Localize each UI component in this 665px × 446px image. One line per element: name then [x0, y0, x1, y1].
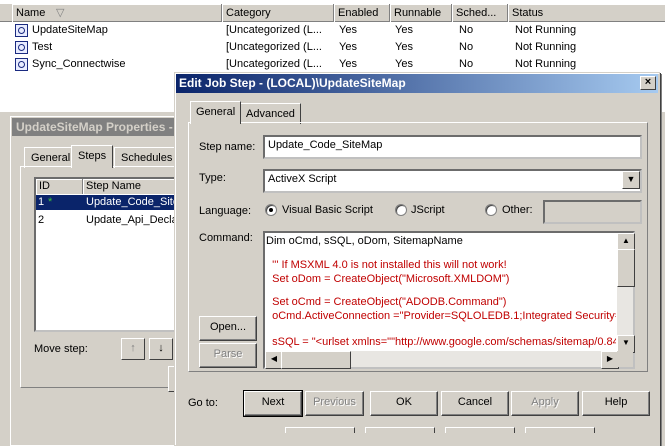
col-enabled[interactable]: Enabled — [334, 4, 390, 22]
goto-label: Go to: — [188, 397, 218, 409]
job-runnable: Yes — [395, 58, 413, 70]
jscript-label: JScript — [411, 204, 445, 216]
job-row[interactable]: UpdateSiteMap [Uncategorized (L... Yes Y… — [0, 22, 665, 39]
command-line: Set oCmd = CreateObject("ADODB.Command") — [266, 296, 507, 308]
command-line: ''' If MSXML 4.0 is not installed this w… — [266, 259, 507, 271]
tab-schedules[interactable]: Schedules — [114, 147, 180, 168]
cancel-button[interactable]: Cancel — [441, 391, 509, 416]
col-scheduled[interactable]: Sched... — [452, 4, 508, 22]
job-list-header: Name ▽ Category Enabled Runnable Sched..… — [0, 4, 665, 22]
command-line: Set oDom = CreateObject("Microsoft.XMLDO… — [266, 273, 510, 285]
horizontal-scroll-thumb[interactable] — [281, 351, 351, 369]
step-name-input[interactable]: Update_Code_SiteMap — [263, 135, 642, 159]
arrow-up-icon: ↑ — [130, 342, 136, 354]
dropdown-arrow-icon[interactable]: ▼ — [622, 171, 640, 189]
job-name: UpdateSiteMap — [32, 24, 108, 36]
move-up-button[interactable]: ↑ — [121, 338, 145, 360]
underlying-button-edge — [445, 427, 515, 433]
close-icon: × — [644, 76, 652, 88]
sort-desc-icon: ▽ — [56, 7, 65, 19]
type-label: Type: — [199, 172, 226, 184]
step-name-label: Step name: — [199, 141, 256, 153]
command-line: sSQL = "<urlset xmlns=""http://www.googl… — [266, 336, 616, 348]
job-status: Not Running — [515, 58, 577, 70]
job-scheduled: No — [459, 24, 474, 36]
help-button[interactable]: Help — [582, 391, 650, 416]
job-row[interactable]: Sync_Connectwise [Uncategorized (L... Ye… — [0, 56, 665, 73]
move-down-button[interactable]: ↓ — [149, 338, 173, 360]
parse-button[interactable]: Parse — [199, 343, 257, 368]
next-button[interactable]: Next — [243, 390, 303, 417]
language-label: Language: — [199, 205, 251, 217]
job-icon — [15, 41, 28, 54]
step-id: 2 — [38, 214, 45, 226]
radio-other[interactable] — [485, 204, 497, 216]
job-category: [Uncategorized (L... — [226, 24, 322, 36]
step-id: 1 — [38, 196, 45, 208]
command-label: Command: — [199, 232, 253, 244]
radio-jscript[interactable] — [395, 204, 407, 216]
job-runnable: Yes — [395, 41, 413, 53]
command-line: Dim oCmd, sSQL, oDom, SitemapName — [266, 235, 463, 247]
other-label: Other: — [502, 204, 533, 216]
col-name[interactable]: Name ▽ — [12, 4, 222, 22]
col-category[interactable]: Category — [222, 4, 334, 22]
underlying-button-edge — [285, 427, 355, 433]
job-enabled: Yes — [339, 58, 357, 70]
col-status[interactable]: Status — [508, 4, 665, 22]
tab-steps[interactable]: Steps — [71, 145, 114, 168]
step-list-header: ID Step Name — [36, 179, 177, 194]
step-row[interactable]: 1 * Update_Code_Site — [36, 195, 177, 210]
job-status: Not Running — [515, 24, 577, 36]
job-enabled: Yes — [339, 41, 357, 53]
tab-general[interactable]: General — [24, 147, 78, 168]
job-enabled: Yes — [339, 24, 357, 36]
start-step-icon: * — [48, 196, 53, 208]
step-name: Update_Code_Site — [86, 196, 177, 208]
previous-button[interactable]: Previous — [305, 391, 364, 416]
arrow-down-icon: ↓ — [158, 342, 164, 354]
ok-button[interactable]: OK — [370, 391, 438, 416]
job-icon — [15, 58, 28, 71]
scroll-corner — [617, 351, 633, 367]
vertical-scroll-thumb[interactable] — [617, 249, 635, 287]
vertical-scrollbar[interactable]: ▲ ▼ — [617, 233, 635, 353]
job-row[interactable]: Test [Uncategorized (L... Yes Yes No Not… — [0, 39, 665, 56]
col-step-name[interactable]: Step Name — [83, 179, 177, 194]
tab-general[interactable]: General — [190, 101, 242, 124]
job-icon — [15, 24, 28, 37]
job-runnable: Yes — [395, 24, 413, 36]
other-language-input[interactable] — [543, 200, 642, 224]
close-button[interactable]: × — [640, 76, 656, 90]
step-row[interactable]: 2 Update_Api_Declar — [36, 213, 177, 228]
move-step-label: Move step: — [34, 343, 88, 355]
underlying-button-edge — [525, 427, 595, 433]
vbscript-label: Visual Basic Script — [282, 204, 373, 216]
radio-vbscript[interactable] — [265, 204, 277, 216]
horizontal-scrollbar[interactable]: ◀ ▶ — [265, 351, 619, 369]
type-select[interactable]: ActiveX Script ▼ — [263, 169, 642, 193]
job-scheduled: No — [459, 41, 474, 53]
job-category: [Uncategorized (L... — [226, 58, 322, 70]
open-button[interactable]: Open... — [199, 316, 257, 341]
job-category: [Uncategorized (L... — [226, 41, 322, 53]
job-status: Not Running — [515, 41, 577, 53]
properties-title: UpdateSiteMap Properties - — [12, 118, 187, 136]
tab-advanced[interactable]: Advanced — [240, 103, 301, 124]
command-line: oCmd.ActiveConnection ="Provider=SQLOLED… — [266, 310, 616, 322]
step-name: Update_Api_Declar — [86, 214, 177, 226]
job-name: Test — [32, 41, 53, 53]
underlying-button-edge — [365, 427, 435, 433]
col-name-label: Name — [16, 7, 46, 19]
job-name: Sync_Connectwise — [32, 58, 126, 70]
type-value: ActiveX Script — [268, 173, 337, 185]
col-id[interactable]: ID — [36, 179, 83, 194]
apply-button[interactable]: Apply — [511, 391, 579, 416]
col-runnable[interactable]: Runnable — [390, 4, 452, 22]
dialog-title: Edit Job Step - (LOCAL)\UpdateSiteMap — [176, 74, 658, 93]
job-scheduled: No — [459, 58, 474, 70]
